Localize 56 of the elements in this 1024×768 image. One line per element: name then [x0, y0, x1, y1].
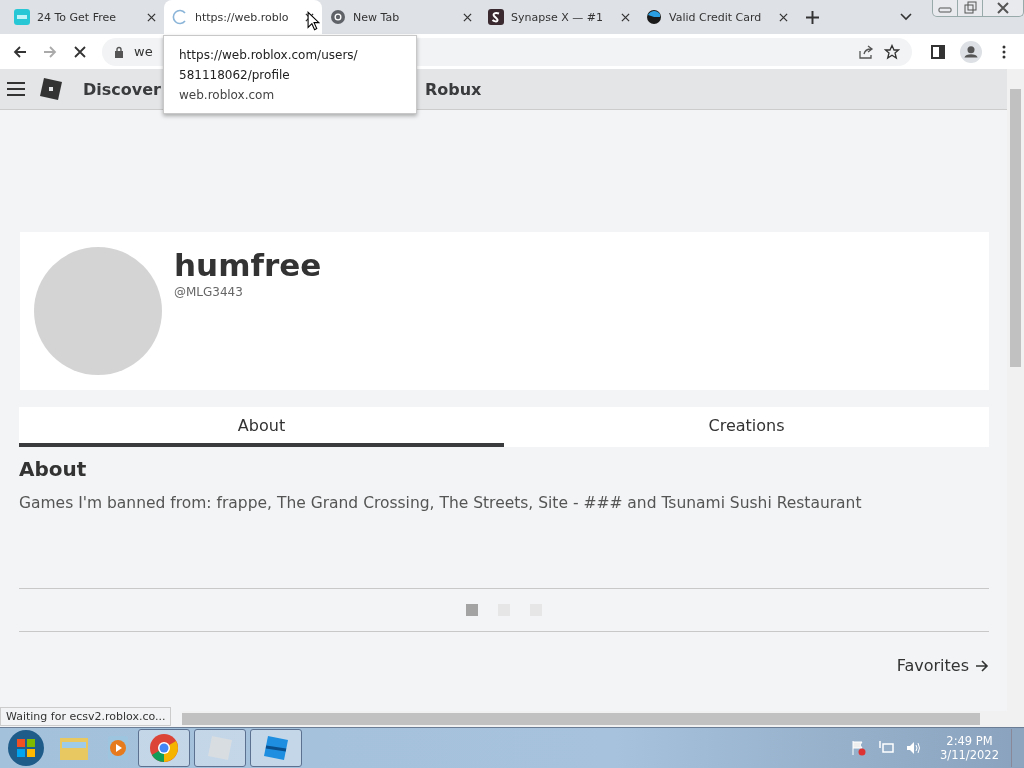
tab-title: 24 To Get Free	[37, 10, 116, 24]
app-icon	[646, 9, 662, 25]
flag-icon[interactable]	[850, 740, 867, 756]
section-heading: About	[19, 457, 88, 481]
profile-icon[interactable]	[960, 40, 982, 63]
stop-icon[interactable]	[72, 43, 88, 60]
app-icon	[488, 9, 504, 25]
taskbar-button[interactable]	[194, 729, 246, 767]
username: @MLG3443	[174, 285, 243, 299]
tab-title: Synapse X — #1	[511, 10, 603, 24]
lock-icon	[114, 45, 124, 58]
favorites-link[interactable]: Favorites	[896, 656, 969, 675]
tab-title: Valid Credit Card	[669, 10, 762, 24]
back-arrow-icon[interactable]	[12, 43, 28, 60]
tooltip-url: 581118062/profile	[179, 67, 291, 84]
browser-tab[interactable]: New Tab	[322, 0, 480, 34]
close-icon[interactable]	[147, 12, 156, 22]
browser-tab[interactable]: 24 To Get Free	[6, 0, 164, 34]
profile-tab[interactable]: About	[19, 407, 504, 447]
tilted-square-logo-icon[interactable]	[39, 77, 63, 101]
side-panel-icon[interactable]	[930, 43, 946, 60]
close-icon[interactable]	[779, 12, 788, 22]
about-text: Games I'm banned from: frappe, The Grand Crossing, The Streets, Site - ### and Tsunami Sushi Restaurant	[19, 494, 989, 589]
chevron-down-icon[interactable]	[900, 13, 912, 21]
display-name: humfree	[174, 247, 322, 283]
tab-title: New Tab	[353, 10, 400, 24]
vertical-scrollbar[interactable]	[1007, 69, 1024, 711]
mouse-pointer-icon	[307, 11, 320, 31]
chrome-icon	[330, 9, 346, 25]
close-icon[interactable]	[305, 12, 314, 22]
close-icon[interactable]	[621, 12, 630, 22]
app-icon	[14, 9, 30, 25]
tooltip-host: web.roblox.com	[179, 87, 276, 104]
clock-time: 2:49 PM	[946, 734, 993, 748]
menu-icon[interactable]	[7, 82, 25, 96]
nav-link[interactable]: Discover	[83, 79, 161, 99]
start-orb-icon[interactable]	[6, 728, 46, 768]
tooltip-url: https://web.roblox.com/users/	[179, 47, 359, 64]
clock-date: 3/11/2022	[940, 748, 999, 762]
nav-link[interactable]: Robux	[424, 79, 482, 99]
taskbar-button[interactable]	[250, 729, 302, 767]
loading-spinner-icon	[172, 9, 188, 25]
taskbar-button[interactable]	[138, 729, 190, 767]
profile-tab[interactable]: Creations	[504, 407, 989, 447]
browser-tab[interactable]: Synapse X — #1	[480, 0, 638, 34]
new-tab-icon[interactable]	[806, 10, 819, 24]
status-bubble: Waiting for ecsv2.roblox.co...	[0, 707, 172, 726]
browser-tab[interactable]: Valid Credit Card	[638, 0, 796, 34]
close-icon[interactable]	[463, 12, 472, 22]
chrome-icon	[148, 732, 180, 764]
horizontal-scrollbar[interactable]	[182, 711, 1024, 727]
star-icon[interactable]	[884, 43, 900, 60]
right-arrow-icon[interactable]	[975, 658, 989, 673]
tab-title: https://web.roblo	[195, 10, 289, 24]
browser-tab[interactable]: https://web.roblo	[164, 0, 322, 34]
share-icon[interactable]	[858, 43, 874, 60]
